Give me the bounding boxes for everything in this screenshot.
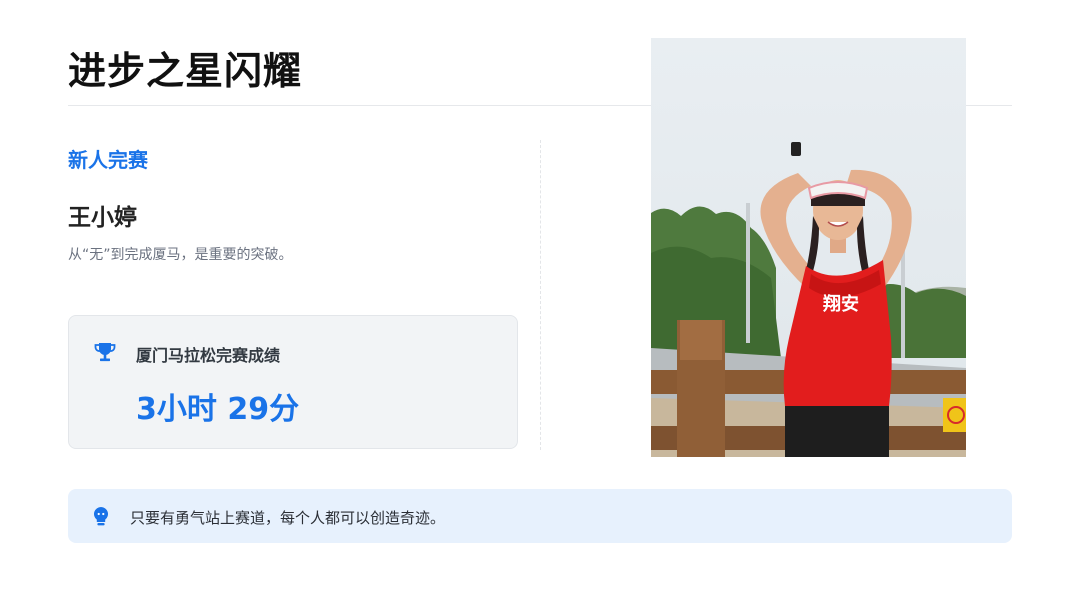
result-label: 厦门马拉松完赛成绩 [136, 346, 281, 365]
vertical-divider [540, 140, 541, 450]
runner-photo: 翔安 [651, 38, 966, 457]
person-name: 王小婷 [68, 205, 137, 231]
slide: 进步之星闪耀 新人完赛 王小婷 从“无”到完成厦马，是重要的突破。 厦门马拉松完… [0, 0, 1080, 607]
shirt-text: 翔安 [822, 293, 859, 314]
quote-banner: 只要有勇气站上赛道，每个人都可以创造奇迹。 [68, 489, 1012, 543]
result-card: 厦门马拉松完赛成绩 3小时 29分 [68, 315, 518, 449]
page-title: 进步之星闪耀 [68, 49, 303, 93]
quote-text: 只要有勇气站上赛道，每个人都可以创造奇迹。 [130, 509, 446, 527]
lightbulb-icon [94, 507, 108, 526]
person-description: 从“无”到完成厦马，是重要的突破。 [68, 247, 293, 263]
runner-photo-illustration: 翔安 [651, 38, 966, 457]
result-value: 3小时 29分 [136, 392, 300, 427]
trophy-icon [94, 343, 116, 362]
category-label: 新人完赛 [68, 148, 148, 172]
